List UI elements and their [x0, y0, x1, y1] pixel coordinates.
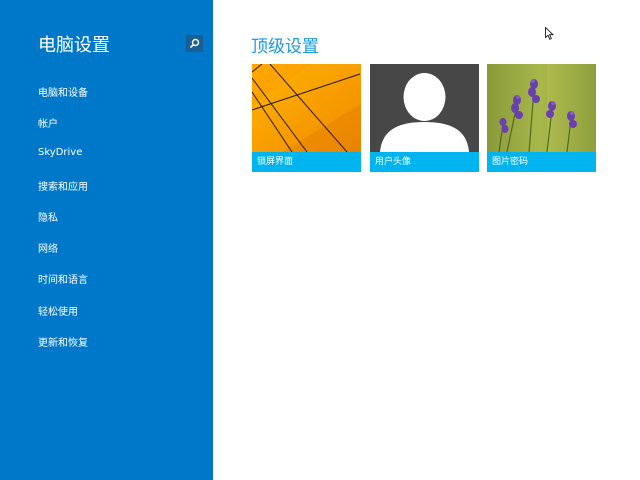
sidebar-item-ease-of-access[interactable]: 轻松使用 [38, 303, 78, 318]
picture-password-thumbnail [487, 64, 596, 152]
sidebar-title: 电脑设置 [38, 35, 110, 56]
tile-picture-password[interactable]: 图片密码 [487, 64, 596, 172]
search-button[interactable] [186, 35, 203, 52]
tile-label: 用户头像 [370, 152, 479, 172]
sidebar-item-update-and-recovery[interactable]: 更新和恢复 [38, 334, 88, 349]
sidebar-item-pc-and-devices[interactable]: 电脑和设备 [38, 84, 88, 99]
sidebar-item-time-and-language[interactable]: 时间和语言 [38, 271, 88, 286]
tile-label: 图片密码 [487, 152, 596, 172]
lock-screen-thumbnail [252, 64, 361, 152]
mouse-cursor-icon [545, 27, 554, 40]
user-avatar-icon [370, 64, 479, 152]
sidebar: 电脑设置 电脑和设备 帐户 SkyDrive 搜索和应用 隐私 网络 时间和语言… [0, 0, 213, 480]
page-title: 顶级设置 [251, 37, 319, 57]
sidebar-item-accounts[interactable]: 帐户 [38, 115, 58, 130]
sidebar-item-skydrive[interactable]: SkyDrive [38, 147, 82, 158]
tile-account-picture[interactable]: 用户头像 [370, 64, 479, 172]
sidebar-item-privacy[interactable]: 隐私 [38, 209, 58, 224]
sidebar-item-network[interactable]: 网络 [38, 240, 58, 255]
tile-lock-screen[interactable]: 锁屏界面 [252, 64, 361, 172]
sidebar-item-search-and-apps[interactable]: 搜索和应用 [38, 178, 88, 193]
pc-settings-screen: 电脑设置 电脑和设备 帐户 SkyDrive 搜索和应用 隐私 网络 时间和语言… [0, 0, 640, 480]
search-icon [189, 38, 200, 49]
tile-label: 锁屏界面 [252, 152, 361, 172]
